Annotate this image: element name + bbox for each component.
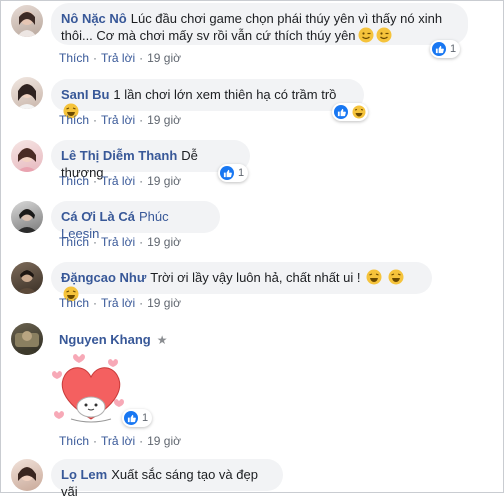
comment-bubble: Lọ Lem Xuất sắc sáng tạo và đẹp vãi bbox=[51, 459, 283, 499]
timestamp[interactable]: 19 giờ bbox=[147, 235, 181, 249]
comment-actions: Thích · Trả lời · 19 giờ bbox=[59, 174, 181, 188]
comment: SanI Bu 1 lần chơi lớn xem thiên hạ có tr… bbox=[1, 73, 504, 133]
comment-bubble: SanI Bu 1 lần chơi lớn xem thiên hạ có tr… bbox=[51, 79, 364, 119]
comment-text: 1 lần chơi lớn xem thiên hạ có trầm trồ bbox=[113, 87, 337, 102]
timestamp[interactable]: 19 giờ bbox=[147, 113, 181, 127]
reaction-count: 1 bbox=[238, 167, 245, 179]
comment: Nguyen Khang ★ 1 Thích · Trả lời · 19 giờ bbox=[1, 317, 504, 452]
like-icon bbox=[220, 166, 234, 180]
commenter-name[interactable]: Lê Thị Diễm Thanh bbox=[61, 148, 177, 163]
like-button[interactable]: Thích bbox=[59, 174, 89, 188]
timestamp[interactable]: 19 giờ bbox=[147, 296, 181, 310]
commenter-name[interactable]: Nô Nặc Nô bbox=[61, 11, 127, 26]
reaction-count: 1 bbox=[142, 412, 149, 424]
timestamp[interactable]: 19 giờ bbox=[147, 174, 181, 188]
comment-actions: Thích · Trả lời · 19 giờ bbox=[59, 113, 181, 127]
commenter-name[interactable]: Nguyen Khang bbox=[59, 332, 151, 347]
comment-text: thôi... Cơ mà chơi mấy sv rồi vẫn cứ thí… bbox=[61, 28, 356, 43]
timestamp[interactable]: 19 giờ bbox=[147, 51, 181, 65]
wink-emoji-icon bbox=[376, 27, 392, 43]
comment: Đặngcao Như Trời ơi lầy vậy luôn hả, chất… bbox=[1, 256, 504, 316]
commenter-name[interactable]: SanI Bu bbox=[61, 87, 109, 102]
comment-actions: Thích · Trả lời · 19 giờ bbox=[59, 434, 181, 448]
star-icon: ★ bbox=[156, 333, 168, 347]
comment: Nô Nặc Nô Lúc đầu chơi game chọn phái thú… bbox=[1, 1, 504, 71]
avatar[interactable] bbox=[11, 262, 43, 294]
like-icon bbox=[334, 105, 348, 119]
comment: Lê Thị Diễm Thanh Dễ thương 1 Thích · Trả l… bbox=[1, 134, 504, 194]
like-button[interactable]: Thích bbox=[59, 434, 89, 448]
heart-sticker[interactable] bbox=[51, 349, 131, 429]
comment-text: Trời ơi lầy vậy luôn hả, chất nhất ui ! bbox=[150, 270, 361, 285]
commenter-name[interactable]: Cá Ơi Là Cá bbox=[61, 209, 135, 224]
avatar[interactable] bbox=[11, 77, 43, 109]
commenter-name[interactable]: Lọ Lem bbox=[61, 467, 107, 482]
haha-emoji-icon bbox=[388, 269, 404, 285]
reaction-summary[interactable] bbox=[332, 103, 368, 121]
reply-button[interactable]: Trả lời bbox=[101, 296, 135, 310]
reaction-count: 1 bbox=[450, 43, 457, 55]
comment-actions: Thích · Trả lời · 19 giờ bbox=[59, 51, 181, 65]
commenter-name[interactable]: Đặngcao Như bbox=[61, 270, 146, 285]
like-icon bbox=[124, 411, 138, 425]
comment-actions: Thích · Trả lời · 19 giờ bbox=[59, 296, 181, 310]
reply-button[interactable]: Trả lời bbox=[101, 235, 135, 249]
like-button[interactable]: Thích bbox=[59, 235, 89, 249]
avatar[interactable] bbox=[11, 5, 43, 37]
avatar[interactable] bbox=[11, 140, 43, 172]
reply-button[interactable]: Trả lời bbox=[101, 174, 135, 188]
haha-icon bbox=[352, 105, 366, 119]
like-button[interactable]: Thích bbox=[59, 113, 89, 127]
like-icon bbox=[432, 42, 446, 56]
reaction-summary[interactable]: 1 bbox=[122, 409, 153, 427]
comment: Lọ Lem Xuất sắc sáng tạo và đẹp vãi bbox=[1, 453, 504, 499]
avatar[interactable] bbox=[11, 459, 43, 491]
comment: Cá Ơi Là Cá Phúc Leesin Thích · Trả lời · 19 … bbox=[1, 195, 504, 255]
like-button[interactable]: Thích bbox=[59, 51, 89, 65]
avatar[interactable] bbox=[11, 323, 43, 355]
comment-actions: Thích · Trả lời · 19 giờ bbox=[59, 235, 181, 249]
comment-bubble: Nô Nặc Nô Lúc đầu chơi game chọn phái thú… bbox=[51, 3, 468, 45]
avatar[interactable] bbox=[11, 201, 43, 233]
reply-button[interactable]: Trả lời bbox=[101, 51, 135, 65]
timestamp[interactable]: 19 giờ bbox=[147, 434, 181, 448]
comment-bubble: Cá Ơi Là Cá Phúc Leesin bbox=[51, 201, 220, 241]
comment-bubble: Đặngcao Như Trời ơi lầy vậy luôn hả, chất… bbox=[51, 262, 432, 302]
reaction-summary[interactable]: 1 bbox=[430, 40, 461, 58]
wink-emoji-icon bbox=[358, 27, 374, 43]
commenter-line: Nguyen Khang ★ bbox=[59, 332, 168, 347]
comment-text: Lúc đầu chơi game chọn phái thúy yên vì … bbox=[130, 11, 443, 26]
reaction-summary[interactable]: 1 bbox=[218, 164, 249, 182]
haha-emoji-icon bbox=[366, 269, 382, 285]
like-button[interactable]: Thích bbox=[59, 296, 89, 310]
reply-button[interactable]: Trả lời bbox=[101, 434, 135, 448]
reply-button[interactable]: Trả lời bbox=[101, 113, 135, 127]
